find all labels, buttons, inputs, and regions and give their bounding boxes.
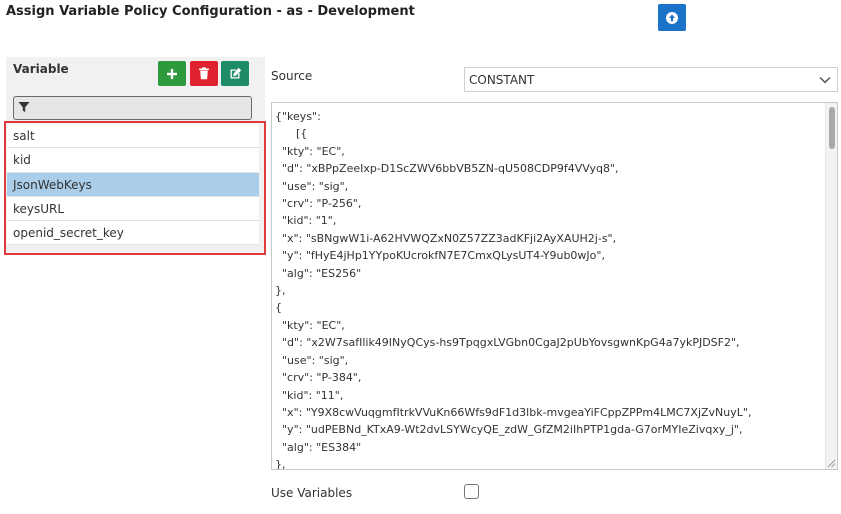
upload-button[interactable]	[658, 4, 686, 31]
variable-filter-input[interactable]	[13, 96, 252, 120]
plus-icon	[167, 68, 177, 79]
editor-scrollbar[interactable]	[825, 103, 837, 469]
variable-panel-heading: Variable	[13, 62, 69, 76]
editor-scrollbar-thumb[interactable]	[829, 107, 835, 149]
add-variable-button[interactable]	[158, 61, 186, 86]
variable-list-item-salt[interactable]: salt	[7, 124, 259, 149]
variable-list: salt kid JsonWebKeys keysURL openid_secr…	[7, 124, 259, 246]
value-editor[interactable]: {"keys": [{ "kty": "EC", "d": "xBPpZeeIx…	[271, 102, 838, 470]
chevron-down-icon	[819, 76, 831, 84]
trash-icon	[199, 67, 209, 80]
page-title: Assign Variable Policy Configuration - a…	[6, 4, 415, 19]
variable-list-item-openid-secret-key[interactable]: openid_secret_key	[7, 221, 259, 246]
arrow-up-circle-icon	[666, 11, 678, 24]
source-select[interactable]: CONSTANT	[464, 67, 838, 92]
variable-list-item-keysurl[interactable]: keysURL	[7, 197, 259, 222]
variable-list-item-kid[interactable]: kid	[7, 148, 259, 173]
delete-variable-button[interactable]	[190, 61, 218, 86]
value-editor-text: {"keys": [{ "kty": "EC", "d": "xBPpZeeIx…	[275, 110, 752, 470]
resize-handle-icon[interactable]	[826, 458, 836, 468]
edit-variable-button[interactable]	[221, 61, 249, 86]
use-variables-checkbox[interactable]	[464, 484, 479, 499]
source-select-value: CONSTANT	[469, 73, 535, 87]
edit-icon	[230, 67, 241, 79]
filter-icon	[18, 102, 30, 112]
use-variables-label: Use Variables	[271, 486, 353, 500]
source-label: Source	[271, 69, 313, 83]
variable-list-item-jsonwebkeys[interactable]: JsonWebKeys	[7, 172, 259, 197]
